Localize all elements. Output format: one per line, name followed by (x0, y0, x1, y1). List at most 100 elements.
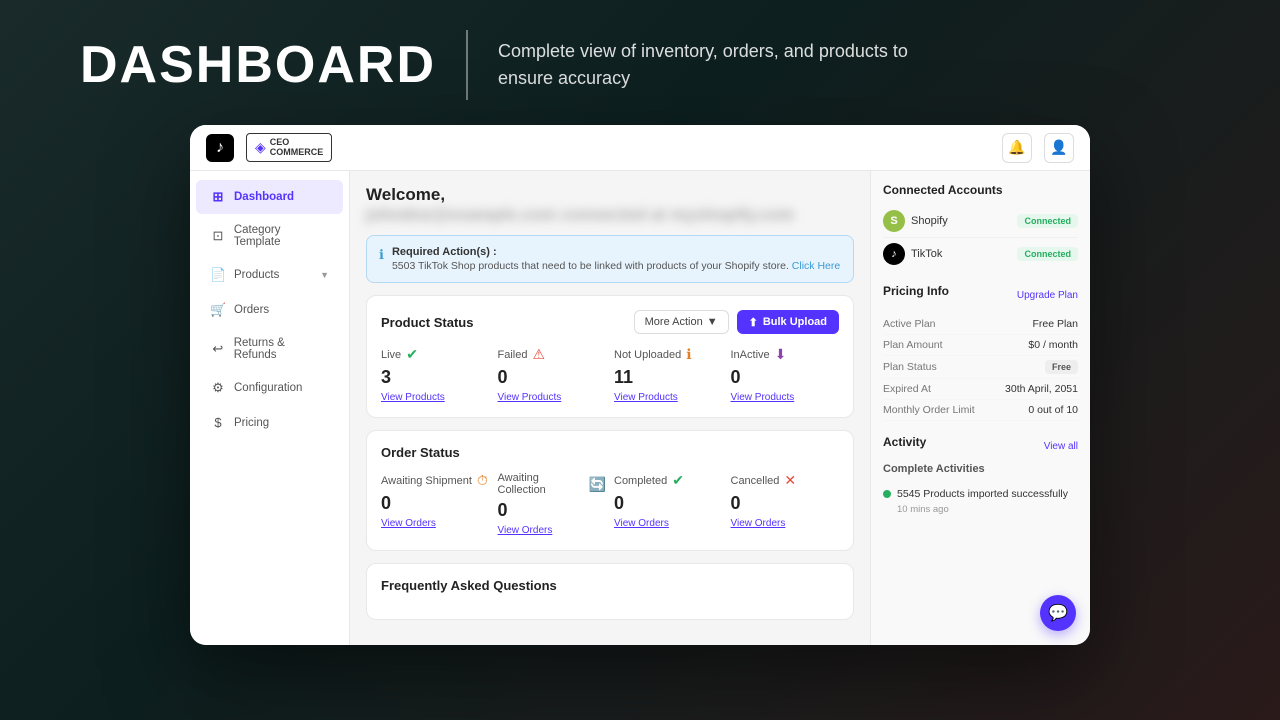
sidebar-label-orders: Orders (234, 304, 269, 316)
product-status-card: Product Status More Action ▼ ⬆ Bulk Uplo… (366, 295, 854, 418)
status-failed: Failed ⚠ 0 View Products (498, 346, 607, 403)
more-action-button[interactable]: More Action ▼ (634, 310, 729, 334)
sidebar-item-dashboard[interactable]: ⊞ Dashboard (196, 180, 343, 214)
shopify-icon: S (883, 210, 905, 232)
activity-title: Activity (883, 435, 926, 449)
status-inactive-name: InActive (731, 349, 770, 361)
bulk-upload-button[interactable]: ⬆ Bulk Upload (737, 310, 839, 334)
live-icon: ✔ (406, 346, 418, 363)
plan-amount-label: Plan Amount (883, 339, 943, 351)
status-inactive-count: 0 (731, 367, 840, 388)
pricing-active-plan: Active Plan Free Plan (883, 314, 1078, 335)
shopify-account-row: S Shopify Connected (883, 205, 1078, 238)
cancelled-name: Cancelled (731, 475, 780, 487)
main-content: Welcome, johndoe@example.com connected a… (350, 171, 870, 645)
view-inactive-products-link[interactable]: View Products (731, 392, 840, 403)
status-inactive: InActive ⬇ 0 View Products (731, 346, 840, 403)
activity-dot (883, 490, 891, 498)
welcome-heading: Welcome, johndoe@example.com connected a… (366, 185, 854, 225)
app-window-wrapper: ♪ ◈ CEO COMMERCE 🔔 👤 ⊞ Dash (190, 120, 1090, 645)
view-cancelled-link[interactable]: View Orders (731, 518, 840, 529)
sidebar-label-config: Configuration (234, 382, 302, 394)
alert-box: ℹ Required Action(s) : 5503 TikTok Shop … (366, 235, 854, 283)
pricing-info-section: Pricing Info Upgrade Plan Active Plan Fr… (883, 284, 1078, 421)
shopify-status-badge: Connected (1017, 214, 1078, 228)
activity-item-content: 5545 Products imported successfully 10 m… (897, 487, 1068, 515)
upload-icon: ⬆ (749, 316, 758, 329)
pricing-icon: $ (210, 415, 226, 430)
activity-time: 10 mins ago (897, 504, 1068, 515)
status-cancelled: Cancelled ✕ 0 View Orders (731, 472, 840, 536)
status-awaiting-shipment: Awaiting Shipment ⏱ 0 View Orders (381, 472, 490, 536)
view-all-link[interactable]: View all (1044, 441, 1078, 452)
status-live-name: Live (381, 349, 401, 361)
pricing-info-title: Pricing Info (883, 284, 949, 298)
status-not-uploaded-header: Not Uploaded ℹ (614, 346, 723, 363)
chat-button[interactable]: 💬 (1040, 595, 1076, 631)
app-window: ♪ ◈ CEO COMMERCE 🔔 👤 ⊞ Dash (190, 125, 1090, 645)
sidebar-item-orders[interactable]: 🛒 Orders (196, 293, 343, 327)
sidebar: ⊞ Dashboard ⊡ Category Template 📄 Produc… (190, 171, 350, 645)
view-awaiting-collection-link[interactable]: View Orders (498, 525, 607, 536)
sidebar-item-products[interactable]: 📄 Products ▼ (196, 258, 343, 292)
cancelled-icon: ✕ (784, 472, 796, 489)
brand-logo: ◈ CEO COMMERCE (246, 133, 332, 163)
tiktok-logo: ♪ (206, 134, 234, 162)
dashboard-icon: ⊞ (210, 189, 226, 205)
status-live: Live ✔ 3 View Products (381, 346, 490, 403)
sidebar-label-dashboard: Dashboard (234, 191, 294, 203)
completed-header: Completed ✔ (614, 472, 723, 489)
user-button[interactable]: 👤 (1044, 133, 1074, 163)
pricing-monthly-order-limit: Monthly Order Limit 0 out of 10 (883, 400, 1078, 421)
completed-name: Completed (614, 475, 667, 487)
pricing-plan-status: Plan Status Free (883, 356, 1078, 379)
status-completed: Completed ✔ 0 View Orders (614, 472, 723, 536)
activity-item: 5545 Products imported successfully 10 m… (883, 481, 1078, 521)
not-uploaded-icon: ℹ (686, 346, 691, 363)
order-status-card: Order Status Awaiting Shipment ⏱ 0 View … (366, 430, 854, 551)
view-not-uploaded-products-link[interactable]: View Products (614, 392, 723, 403)
view-failed-products-link[interactable]: View Products (498, 392, 607, 403)
awaiting-shipment-count: 0 (381, 493, 490, 514)
alert-desc-text: 5503 TikTok Shop products that need to b… (392, 260, 789, 272)
faq-card: Frequently Asked Questions (366, 563, 854, 620)
upgrade-plan-link[interactable]: Upgrade Plan (1017, 290, 1078, 301)
awaiting-shipment-name: Awaiting Shipment (381, 475, 472, 487)
view-live-products-link[interactable]: View Products (381, 392, 490, 403)
order-status-grid: Awaiting Shipment ⏱ 0 View Orders Awaiti… (381, 472, 839, 536)
view-awaiting-shipment-link[interactable]: View Orders (381, 518, 490, 529)
view-completed-link[interactable]: View Orders (614, 518, 723, 529)
monthly-order-label: Monthly Order Limit (883, 404, 975, 416)
banner-subtitle: Complete view of inventory, orders, and … (498, 38, 918, 92)
category-icon: ⊡ (210, 228, 226, 244)
products-icon: 📄 (210, 267, 226, 283)
alert-description: 5503 TikTok Shop products that need to b… (392, 260, 840, 272)
chevron-down-icon: ▼ (707, 316, 718, 328)
brand-name-line2: COMMERCE (270, 148, 324, 158)
sidebar-item-pricing[interactable]: $ Pricing (196, 406, 343, 439)
plan-status-label: Plan Status (883, 361, 937, 373)
awaiting-collection-name: Awaiting Collection (498, 472, 584, 496)
status-failed-count: 0 (498, 367, 607, 388)
status-live-header: Live ✔ (381, 346, 490, 363)
active-plan-label: Active Plan (883, 318, 936, 330)
awaiting-collection-count: 0 (498, 500, 607, 521)
sidebar-label-pricing: Pricing (234, 417, 269, 429)
welcome-user: johndoe@example.com connected at myshopi… (366, 205, 794, 225)
sidebar-item-returns[interactable]: ↩ Returns & Refunds (196, 328, 343, 370)
main-layout: ⊞ Dashboard ⊡ Category Template 📄 Produc… (190, 171, 1090, 645)
sidebar-item-category-template[interactable]: ⊡ Category Template (196, 215, 343, 257)
sidebar-item-configuration[interactable]: ⚙ Configuration (196, 371, 343, 405)
connected-accounts-title: Connected Accounts (883, 183, 1078, 197)
more-action-label: More Action (645, 316, 703, 328)
activity-header: Activity View all (883, 435, 1078, 457)
notification-button[interactable]: 🔔 (1002, 133, 1032, 163)
alert-link[interactable]: Click Here (792, 260, 840, 272)
banner-divider (466, 30, 468, 100)
status-not-uploaded-count: 11 (614, 367, 723, 388)
awaiting-shipment-icon: ⏱ (477, 472, 488, 489)
bulk-upload-label: Bulk Upload (763, 316, 827, 328)
alert-content: Required Action(s) : 5503 TikTok Shop pr… (392, 246, 840, 272)
shopify-name: Shopify (911, 215, 948, 227)
status-failed-header: Failed ⚠ (498, 346, 607, 363)
